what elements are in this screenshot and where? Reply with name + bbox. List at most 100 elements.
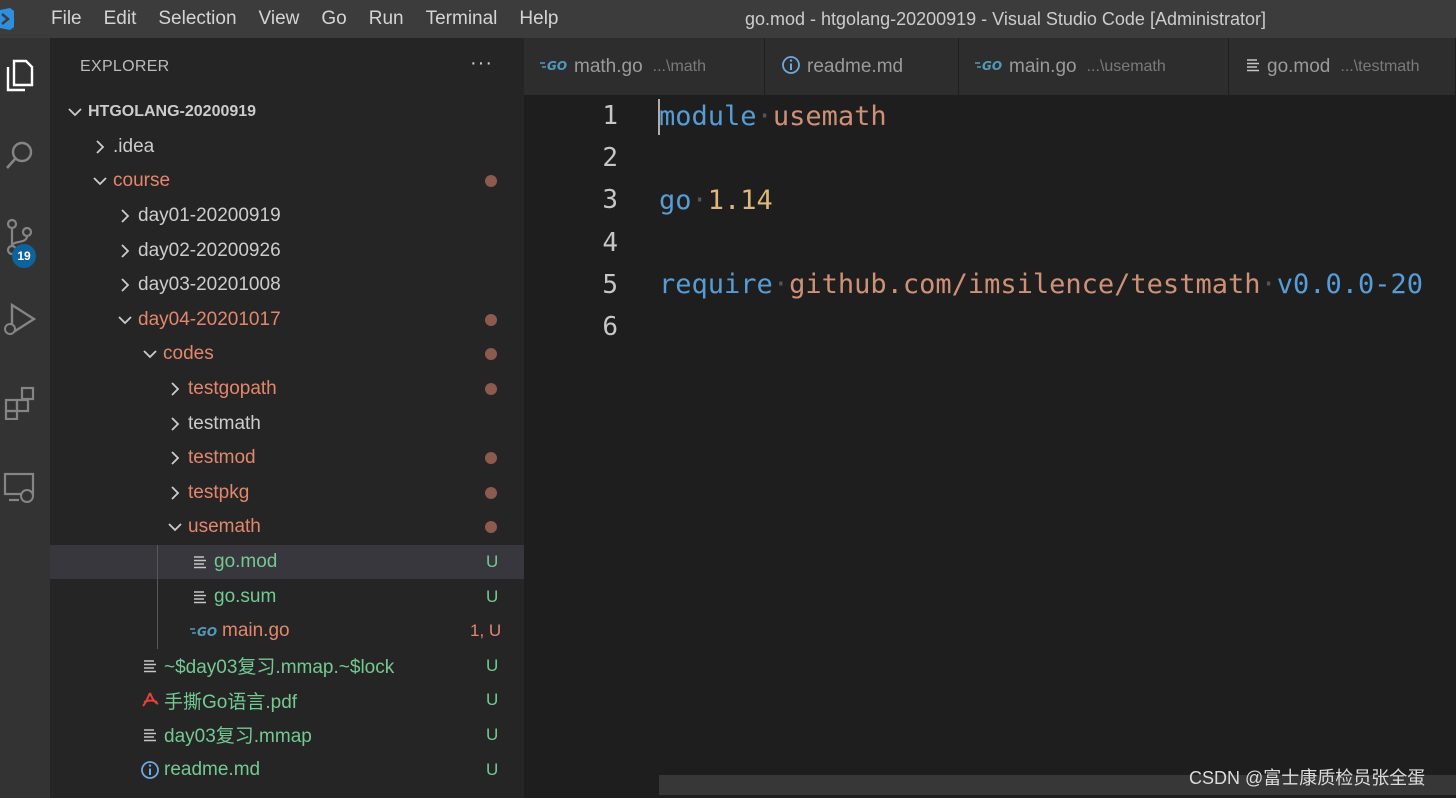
tab-label: math.go [574,55,643,77]
pdf-file-icon [139,689,161,711]
extensions-icon[interactable] [0,378,40,428]
git-status-badge: U [486,586,499,606]
chevron-right-icon[interactable] [114,274,136,296]
tree-file[interactable]: 手撕Go语言.pdf U [50,683,524,718]
svg-text:GO: GO [197,625,217,638]
menu-edit[interactable]: Edit [93,0,148,38]
tree-file[interactable]: ~$day03复习.mmap.~$lock U [50,649,524,684]
tab-math-go[interactable]: GO math.go ...\math [524,38,765,95]
code-line: 6 [524,306,1456,348]
modified-indicator [485,175,497,188]
tree-item-label: day02-20200926 [138,239,281,261]
tree-item-label: HTGOLANG-20200919 [88,103,257,121]
code-editor[interactable]: 1 module·usemath 2 3 go·1.14 4 5 require·github… [524,95,1456,798]
editor-tabs: GO math.go ...\math readme.md GO main.go ...\u… [524,38,1456,95]
chevron-right-icon[interactable] [114,205,136,227]
title-bar: File Edit Selection View Go Run Terminal Help g… [0,0,1456,38]
tree-item-label: day03复习.mmap [164,726,312,748]
line-number: 2 [602,143,618,174]
lines-file-icon [139,724,161,746]
tree-folder[interactable]: codes [50,337,524,372]
chevron-right-icon[interactable] [114,240,136,262]
tree-folder[interactable]: testgopath [50,372,524,407]
more-actions-icon[interactable]: ··· [470,52,493,75]
tree-folder[interactable]: day01-20200919 [50,199,524,234]
tree-item-label: 手撕Go语言.pdf [164,691,298,713]
watermark: CSDN @富士康质检员张全蛋 [1189,768,1426,788]
chevron-down-icon[interactable] [64,101,86,123]
menu-go[interactable]: Go [310,0,357,38]
tab-path: ...\usemath [1086,57,1166,75]
tree-item-label: go.sum [214,585,277,607]
tree-folder[interactable]: day02-20200926 [50,233,524,268]
tree-folder[interactable]: testmath [50,406,524,441]
tree-item-label: codes [163,343,214,365]
lines-file-icon [189,586,211,608]
menu-run[interactable]: Run [358,0,415,38]
workspace-root[interactable]: HTGOLANG-20200919 [50,95,524,130]
tree-item-label: course [113,170,171,192]
chevron-down-icon[interactable] [114,309,136,331]
chevron-right-icon[interactable] [164,482,186,504]
modified-indicator [485,313,497,326]
tab-readme-md[interactable]: readme.md [765,38,959,95]
tab-label: go.mod [1267,55,1331,77]
modified-indicator [485,486,497,499]
whitespace-marker: · [1260,269,1277,301]
menu-file[interactable]: File [40,0,93,38]
code-token: 1.14 [707,184,773,216]
indent-guide [157,544,158,649]
vscode-logo-icon [0,0,22,38]
code-line: 2 [524,137,1456,179]
tree-folder[interactable]: testmod [50,441,524,476]
tab-label: readme.md [807,55,904,77]
menu-view[interactable]: View [248,0,311,38]
menu-selection[interactable]: Selection [147,0,247,38]
menu-help[interactable]: Help [508,0,569,38]
code-token: v0.0.0-20 [1276,269,1424,301]
tree-file[interactable]: day03复习.mmap U [50,718,524,753]
chevron-right-icon[interactable] [89,136,111,158]
info-file-icon [139,759,161,781]
tree-folder[interactable]: day03-20201008 [50,268,524,303]
tree-folder[interactable]: testpkg [50,476,524,511]
tree-item-label: main.go [222,620,290,642]
chevron-right-icon[interactable] [164,413,186,435]
menu-bar: File Edit Selection View Go Run Terminal Help [40,0,570,38]
tree-item-label: ~$day03复习.mmap.~$lock [164,657,395,679]
remote-explorer-icon[interactable] [0,462,40,512]
tree-file[interactable]: go.mod U [50,544,524,580]
code-token: usemath [772,100,887,132]
svg-text:GO: GO [547,59,567,72]
code-text: go·1.14 [659,185,773,216]
search-icon[interactable] [0,131,40,181]
tab-go-mod[interactable]: go.mod ...\testmath [1229,38,1456,95]
chevron-down-icon[interactable] [89,170,111,192]
explorer-sidebar: EXPLORER ··· HTGOLANG-20200919 .idea cours… [50,38,524,798]
tree-folder[interactable]: course [50,164,524,199]
chevron-right-icon[interactable] [164,378,186,400]
tree-file[interactable]: GO main.go 1, U [50,614,524,649]
tree-folder[interactable]: .idea [50,130,524,165]
chevron-right-icon[interactable] [164,447,186,469]
tree-file[interactable]: go.sum U [50,579,524,614]
menu-terminal[interactable]: Terminal [415,0,509,38]
chevron-down-icon[interactable] [164,516,186,538]
tree-item-label: testgopath [188,378,277,400]
tab-main-go[interactable]: GO main.go ...\usemath [959,38,1229,95]
run-debug-icon[interactable] [0,294,40,344]
tab-path: ...\math [652,57,707,75]
chevron-down-icon[interactable] [139,343,161,365]
tree-folder[interactable]: usemath [50,510,524,545]
tree-item-label: day01-20200919 [138,205,281,227]
code-line: 1 module·usemath [524,95,1456,137]
line-number: 3 [602,185,618,216]
tree-item-label: readme.md [164,758,261,780]
tree-item-label: .idea [113,135,155,157]
go-file-icon: GO [975,58,1003,76]
explorer-icon[interactable] [0,50,40,100]
tree-folder[interactable]: day04-20201017 [50,303,524,338]
tree-file[interactable]: readme.md U [50,752,524,787]
explorer-title: EXPLORER [80,58,170,75]
git-status-badge: U [486,552,499,572]
